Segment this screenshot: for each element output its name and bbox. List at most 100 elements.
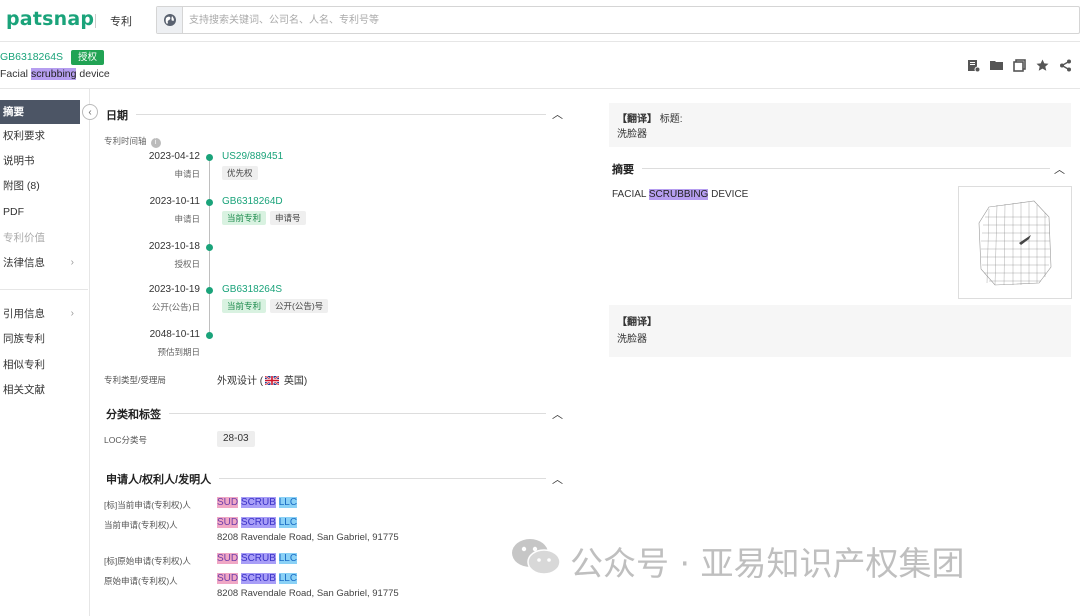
tag-current-patent: 当前专利 [222, 299, 267, 313]
search-input[interactable] [189, 11, 1069, 29]
patent-type-text: 外观设计 ( [217, 376, 264, 387]
timeline-label-text: 专利时间轴 [104, 136, 147, 146]
collapse-dates-icon[interactable]: ︿ [552, 106, 563, 122]
timeline-dot [206, 332, 213, 339]
name-part: LLC [278, 573, 298, 584]
timeline-date: 2048-10-11 [149, 329, 200, 340]
nav-item-related[interactable]: 相关文献 [0, 378, 80, 402]
section-title-classification: 分类和标签 [106, 406, 169, 422]
tag-application-number: 申请号 [270, 211, 306, 225]
wechat-watermark: 公众号 · 亚易知识产权集团 [510, 536, 964, 586]
patent-type-value: 外观设计 ( 英国) [217, 372, 307, 387]
timeline-dot [206, 199, 213, 206]
folder-icon[interactable] [989, 58, 1003, 72]
wechat-icon [510, 536, 562, 586]
timeline-sub: 公开(公告)日 [151, 302, 200, 312]
name-part: SUD [217, 497, 239, 508]
nav-item-label: 引用信息 [3, 308, 45, 320]
left-nav: 摘要 权利要求 说明书 附图 (8) PDF 专利价值 法律信息 › 引用信息 › … [0, 89, 90, 616]
nav-item-drawings[interactable]: 附图 (8) [0, 174, 80, 198]
loc-value[interactable]: 28-03 [217, 431, 255, 447]
patent-number[interactable]: GB6318264S [0, 51, 63, 63]
name-part: LLC [278, 517, 298, 528]
status-badge: 授权 [71, 50, 105, 65]
applicant-name[interactable]: SUD SCRUB LLC [217, 517, 298, 528]
name-part: LLC [278, 497, 298, 508]
timeline-date: 2023-04-12 [148, 151, 200, 162]
nav-item-label: 法律信息 [3, 257, 45, 269]
timeline-label: 专利时间轴 i [104, 135, 161, 148]
chevron-right-icon: › [70, 257, 74, 268]
applicant-name[interactable]: SUD SCRUB LLC [217, 497, 298, 508]
nav-item-label: 专利价值 [3, 232, 45, 244]
nav-item-similar[interactable]: 相似专利 [0, 353, 80, 377]
abstract-translation: 洗脸器 [617, 334, 647, 345]
timeline-link[interactable]: GB6318264S [222, 284, 282, 295]
globe-icon[interactable] [157, 7, 183, 33]
uk-flag-icon [264, 375, 280, 386]
watermark-text: 公众号 · 亚易知识产权集团 [570, 544, 965, 583]
nav-item-label: 附图 (8) [3, 180, 40, 192]
name-part: SUD [217, 573, 239, 584]
applicant-name[interactable]: SUD SCRUB LLC [217, 573, 298, 584]
applicant-row-label: [标]当前申请(专利权)人 [104, 500, 191, 510]
patent-type-label[interactable]: 专利 [110, 13, 132, 29]
drawing-thumbnail[interactable] [958, 186, 1072, 299]
tag-current-patent: 当前专利 [222, 211, 267, 225]
timeline-dot [206, 244, 213, 251]
abstract-translation-panel: 【翻译】 洗脸器 [609, 305, 1071, 357]
add-note-icon[interactable] [966, 58, 980, 72]
nav-item-family[interactable]: 同族专利 [0, 327, 80, 351]
info-icon[interactable]: i [150, 138, 161, 148]
section-divider [106, 413, 546, 414]
nav-item-label: PDF [3, 206, 24, 218]
nav-item-citations[interactable]: 引用信息 › [0, 302, 80, 326]
patsnap-logo[interactable]: patsnap [6, 8, 94, 30]
name-part: LLC [278, 553, 298, 564]
header-actions [966, 58, 1072, 72]
nav-item-patent-value: 专利价值 [0, 226, 80, 250]
nav-item-label: 摘要 [3, 106, 24, 118]
chevron-left-icon: ‹ [88, 106, 92, 118]
name-part: SCRUB [240, 517, 276, 528]
collapse-classification-icon[interactable]: ︿ [552, 406, 563, 422]
nav-item-description[interactable]: 说明书 [0, 149, 80, 173]
nav-item-label: 说明书 [3, 155, 35, 167]
abstract-text: FACIAL SCRUBBING DEVICE [612, 189, 748, 200]
share-icon[interactable] [1058, 58, 1072, 72]
search-box[interactable] [156, 6, 1080, 34]
title-translation-panel: 【翻译】 标题: 洗脸器 [609, 103, 1071, 147]
timeline-link[interactable]: GB6318264D [222, 196, 283, 207]
patent-title: Facial scrubbing device [0, 68, 110, 80]
nav-item-claims[interactable]: 权利要求 [0, 124, 80, 148]
translate-tag[interactable]: 【翻译】 [617, 114, 657, 125]
collapse-abstract-icon[interactable]: ︿ [1054, 161, 1065, 177]
applicant-address: 8208 Ravendale Road, San Gabriel, 91775 [217, 532, 399, 543]
star-icon[interactable] [1035, 58, 1049, 72]
nav-item-legal[interactable]: 法律信息 › [0, 251, 80, 275]
translate-tag[interactable]: 【翻译】 [617, 313, 657, 328]
timeline-dot [206, 154, 213, 161]
name-part: SCRUB [240, 497, 276, 508]
collapse-applicants-icon[interactable]: ︿ [552, 471, 563, 487]
timeline-date: 2023-10-11 [149, 196, 200, 207]
timeline-sub: 申请日 [174, 169, 200, 179]
abstract-part: DEVICE [708, 189, 749, 200]
section-divider [106, 114, 546, 115]
patent-office-text: 英国) [281, 376, 308, 387]
tag-publication-number: 公开(公告)号 [270, 299, 329, 313]
applicant-name[interactable]: SUD SCRUB LLC [217, 553, 298, 564]
collapse-sidebar-button[interactable]: ‹ [82, 104, 98, 120]
timeline-link[interactable]: US29/889451 [222, 151, 283, 162]
timeline-sub: 预估到期日 [157, 347, 200, 357]
nav-item-pdf[interactable]: PDF [0, 200, 80, 224]
nav-item-abstract[interactable]: 摘要 [0, 100, 80, 124]
timeline-date: 2023-10-19 [148, 284, 200, 295]
nav-item-label: 权利要求 [3, 130, 45, 142]
nav-item-label: 相关文献 [3, 384, 45, 396]
copy-icon[interactable] [1012, 58, 1026, 72]
applicant-row-label: [标]原始申请(专利权)人 [104, 556, 191, 566]
top-divider [95, 14, 96, 28]
timeline-sub: 申请日 [174, 214, 200, 224]
applicant-address: 8208 Ravendale Road, San Gabriel, 91775 [217, 588, 399, 599]
